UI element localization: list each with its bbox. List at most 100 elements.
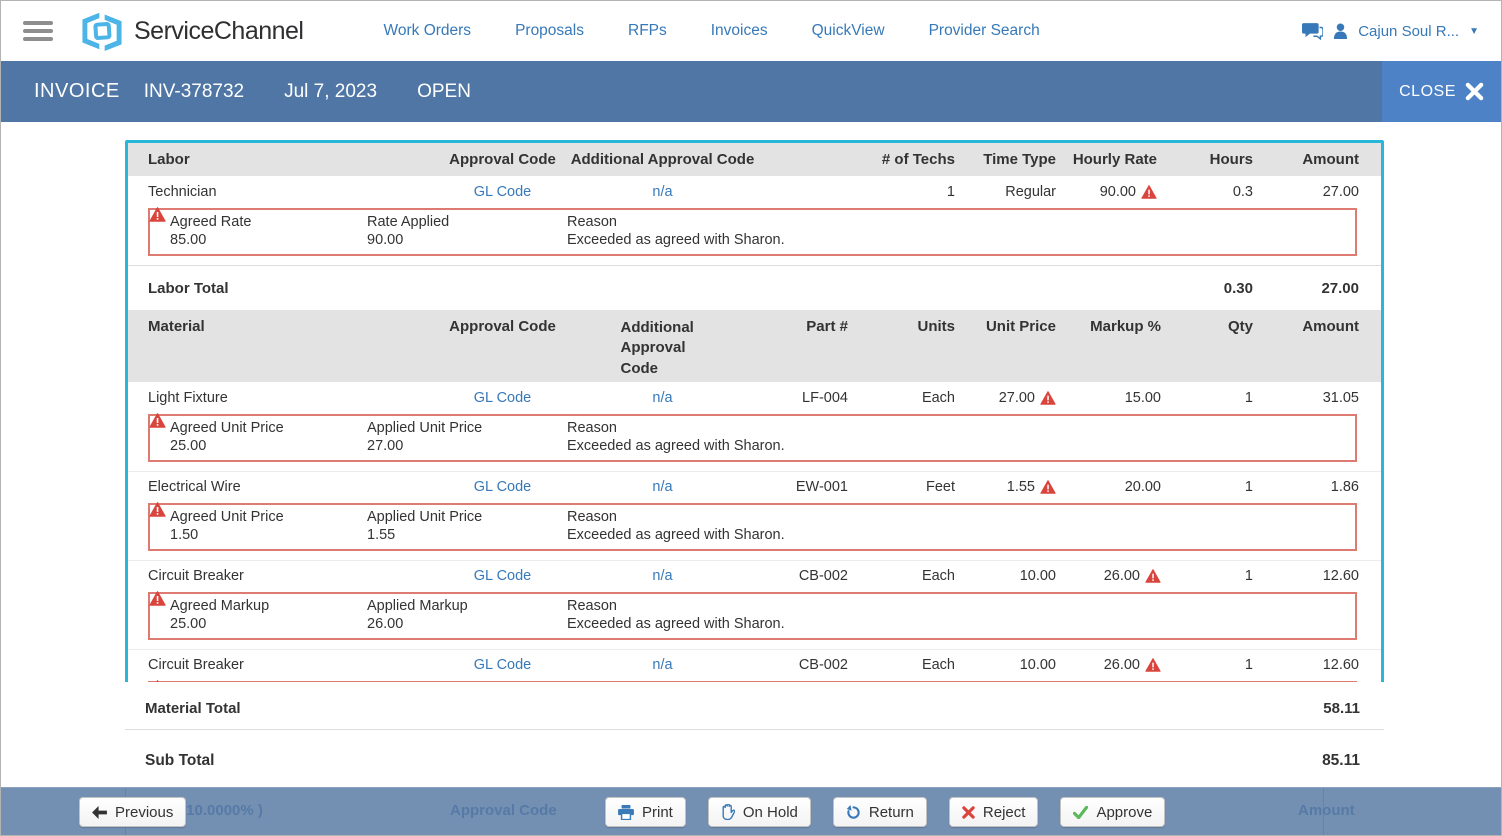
app-window: ServiceChannel Work Orders Proposals RFP… (0, 0, 1502, 836)
material-header-row: Material Approval Code Additional Approv… (128, 310, 1381, 382)
col-amount: Amount (1253, 318, 1359, 335)
markup-warning-icon (1145, 658, 1161, 672)
material-gl-code-link[interactable]: GL Code (474, 657, 532, 673)
violation-warning-icon (149, 413, 166, 428)
hand-icon (721, 804, 735, 820)
material-item-name: Circuit Breaker (148, 657, 440, 673)
approve-button[interactable]: Approve (1060, 797, 1165, 827)
labor-item-name: Technician (148, 184, 440, 200)
reject-button[interactable]: Reject (949, 797, 1039, 827)
previous-button[interactable]: Previous (79, 797, 186, 827)
ghost-amount: Amount (1298, 802, 1355, 819)
violation-label1: Agreed Rate (170, 213, 367, 230)
material-markup: 26.00 (1056, 568, 1161, 584)
labor-violation-box: Agreed Rate Rate Applied Reason 85.00 90… (148, 208, 1357, 256)
violation-value2: 27.00 (367, 436, 567, 454)
price-warning-icon (1040, 391, 1056, 405)
user-icon[interactable] (1333, 23, 1348, 39)
labor-additional-code-link[interactable]: n/a (652, 184, 672, 200)
material-markup-value: 26.00 (1104, 568, 1140, 584)
violation-value1: 25.00 (170, 436, 367, 454)
sub-total-label: Sub Total (145, 752, 214, 770)
hamburger-menu-icon[interactable] (23, 17, 53, 45)
violation-label1: Agreed Unit Price (170, 419, 367, 436)
nav-provider-search[interactable]: Provider Search (929, 22, 1040, 40)
material-item-row: Circuit Breaker GL Code n/a CB-002 Each … (128, 560, 1381, 591)
material-total-amount: 58.11 (1323, 700, 1360, 717)
on-hold-button[interactable]: On Hold (708, 797, 811, 827)
close-icon (1465, 82, 1484, 101)
violation-reason-label: Reason (567, 213, 1345, 230)
material-violation-box: Agreed Markup Applied Markup Reason 25.0… (148, 592, 1357, 640)
violation-reason-text: Exceeded as agreed with Sharon. (567, 230, 1345, 248)
violation-value1: 1.50 (170, 525, 367, 543)
violation-label2: Rate Applied (367, 213, 567, 230)
material-units: Each (848, 657, 955, 673)
violation-value1: 25.00 (170, 614, 367, 632)
brand-name: ServiceChannel (134, 17, 304, 46)
ghost-tax-rate: ( 10.0000% ) (177, 802, 263, 819)
material-unit-price: 10.00 (955, 568, 1056, 584)
material-violation-box: Agreed Unit Price Applied Unit Price Rea… (148, 414, 1357, 462)
print-button-label: Print (642, 804, 673, 821)
labor-total-amount: 27.00 (1253, 280, 1359, 297)
invoice-line-items-table: Labor Approval Code Additional Approval … (125, 140, 1384, 736)
nav-invoices[interactable]: Invoices (711, 22, 768, 40)
violation-warning-icon (149, 207, 166, 222)
violation-label2: Applied Unit Price (367, 419, 567, 436)
price-warning-icon (1040, 480, 1056, 494)
material-markup: 26.00 (1056, 657, 1161, 673)
material-units: Each (848, 390, 955, 406)
material-additional-code-link[interactable]: n/a (652, 568, 672, 584)
on-hold-button-label: On Hold (743, 804, 798, 821)
labor-total-row: Labor Total 0.30 27.00 (128, 265, 1381, 310)
nav-rfps[interactable]: RFPs (628, 22, 667, 40)
footer-action-bar: ( 10.0000% ) Approval Code Amount Previo… (1, 787, 1501, 835)
account-caret-icon[interactable]: ▼ (1469, 26, 1479, 37)
invoice-number: INV-378732 (144, 81, 244, 103)
servicechannel-logo: ServiceChannel (79, 11, 304, 51)
violation-value2: 26.00 (367, 614, 567, 632)
material-markup-value: 20.00 (1125, 479, 1161, 495)
material-units: Feet (848, 479, 955, 495)
labor-time-type: Regular (955, 184, 1056, 200)
labor-num-techs: 1 (760, 184, 955, 200)
violation-reason-text: Exceeded as agreed with Sharon. (567, 614, 1345, 632)
labor-amount: 27.00 (1253, 184, 1359, 200)
labor-gl-code-link[interactable]: GL Code (474, 184, 532, 200)
material-additional-code-link[interactable]: n/a (652, 657, 672, 673)
main-nav: Work Orders Proposals RFPs Invoices Quic… (384, 22, 1040, 40)
material-additional-code-link[interactable]: n/a (652, 479, 672, 495)
return-button[interactable]: Return (833, 797, 927, 827)
material-unit-price-value: 1.55 (1007, 479, 1035, 495)
col-amount: Amount (1253, 151, 1359, 168)
material-markup-value: 15.00 (1125, 390, 1161, 406)
labor-item-row: Technician GL Code n/a 1 Regular 90.00 0… (128, 176, 1381, 207)
violation-value2: 90.00 (367, 230, 567, 248)
material-additional-code-link[interactable]: n/a (652, 390, 672, 406)
chat-icon[interactable] (1302, 22, 1323, 40)
material-qty: 1 (1161, 657, 1253, 673)
close-button[interactable]: CLOSE (1382, 61, 1501, 122)
material-unit-price: 1.55 (955, 479, 1056, 495)
nav-proposals[interactable]: Proposals (515, 22, 584, 40)
col-approval-code: Approval Code (440, 318, 565, 335)
material-units: Each (848, 568, 955, 584)
material-gl-code-link[interactable]: GL Code (474, 479, 532, 495)
violation-label1: Agreed Markup (170, 597, 367, 614)
print-button[interactable]: Print (605, 797, 686, 827)
material-amount: 12.60 (1253, 657, 1359, 673)
material-unit-price-value: 10.00 (1020, 568, 1056, 584)
material-item-name: Light Fixture (148, 390, 440, 406)
nav-quickview[interactable]: QuickView (812, 22, 885, 40)
top-navigation-bar: ServiceChannel Work Orders Proposals RFP… (1, 1, 1501, 61)
material-gl-code-link[interactable]: GL Code (474, 390, 532, 406)
material-gl-code-link[interactable]: GL Code (474, 568, 532, 584)
account-name[interactable]: Cajun Soul R... (1358, 23, 1459, 40)
invoice-type-label: INVOICE (34, 80, 120, 103)
col-unit-price: Unit Price (955, 318, 1056, 335)
sub-total-row: Sub Total 85.11 (125, 735, 1384, 786)
material-unit-price: 27.00 (955, 390, 1056, 406)
nav-work-orders[interactable]: Work Orders (384, 22, 472, 40)
col-labor: Labor (148, 151, 440, 168)
